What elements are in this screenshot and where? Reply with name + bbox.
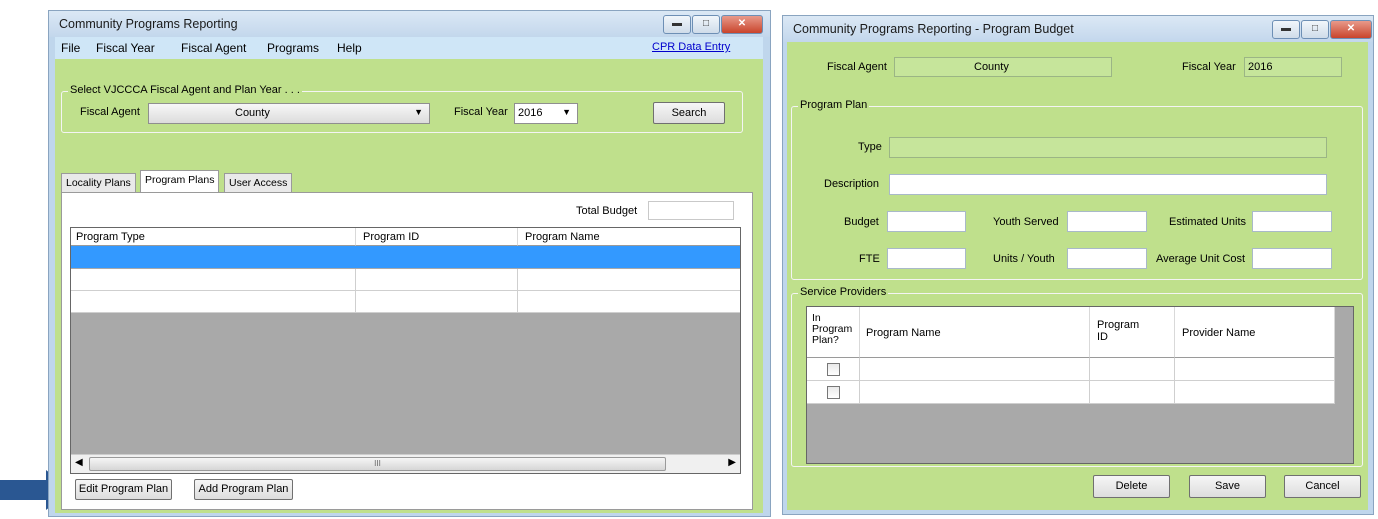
select-agent-group: Select VJCCCA Fiscal Agent and Plan Year… xyxy=(61,84,743,133)
tab-strip: Locality Plans Program Plans User Access xyxy=(61,170,751,193)
service-providers-group: Service Providers In Program Plan? Progr… xyxy=(791,286,1363,467)
scrollbar-thumb[interactable]: III xyxy=(89,457,666,471)
col-header-provider-name[interactable]: Provider Name xyxy=(1175,307,1335,358)
close-button[interactable]: ✕ xyxy=(721,15,763,34)
community-programs-window: Community Programs Reporting ▬ □ ✕ File … xyxy=(48,10,771,517)
table-cell[interactable] xyxy=(807,381,860,404)
col-header-program-id[interactable]: Program ID xyxy=(1090,307,1175,358)
scroll-left-icon[interactable]: ◀ xyxy=(75,457,83,468)
fiscal-year-label: Fiscal Year xyxy=(1182,61,1236,73)
menu-programs[interactable]: Programs xyxy=(267,41,319,55)
edit-program-plan-button[interactable]: Edit Program Plan xyxy=(75,479,172,500)
maximize-button[interactable]: □ xyxy=(692,15,720,34)
right-form-area: Fiscal Agent County Fiscal Year 2016 Pro… xyxy=(787,42,1368,510)
average-unit-cost-field xyxy=(1252,248,1332,269)
tab-content-panel: Total Budget Program Type Program ID Pro… xyxy=(61,192,753,510)
table-cell[interactable] xyxy=(1090,381,1175,404)
col-header-program-name[interactable]: Program Name xyxy=(860,307,1090,358)
table-cell[interactable] xyxy=(518,291,740,313)
right-title-bar[interactable]: Community Programs Reporting - Program B… xyxy=(783,16,1373,42)
total-budget-label: Total Budget xyxy=(576,205,638,217)
col-header-in-program-plan[interactable]: In Program Plan? xyxy=(807,307,860,358)
youth-served-label: Youth Served xyxy=(993,216,1059,228)
table-cell[interactable] xyxy=(518,269,740,291)
minimize-button[interactable]: ▬ xyxy=(663,15,691,34)
youth-served-field[interactable] xyxy=(1067,211,1147,232)
units-youth-field[interactable] xyxy=(1067,248,1147,269)
fiscal-year-dropdown[interactable]: 2016 ▼ xyxy=(514,103,578,124)
program-plan-group: Program Plan Type Description Budget You… xyxy=(791,99,1363,280)
close-button[interactable]: ✕ xyxy=(1330,20,1372,39)
table-cell[interactable] xyxy=(356,291,518,313)
table-cell[interactable] xyxy=(860,358,1090,381)
budget-field[interactable] xyxy=(887,211,966,232)
description-field[interactable] xyxy=(889,174,1327,195)
delete-button[interactable]: Delete xyxy=(1093,475,1170,498)
table-cell[interactable] xyxy=(356,269,518,291)
fiscal-year-field: 2016 xyxy=(1244,57,1342,77)
horizontal-scrollbar[interactable]: ◀ III ▶ xyxy=(71,454,740,473)
cpr-data-entry-link[interactable]: CPR Data Entry xyxy=(652,41,730,53)
menu-file[interactable]: File xyxy=(61,41,80,55)
menu-fiscal-agent[interactable]: Fiscal Agent xyxy=(181,41,246,55)
tab-locality-plans[interactable]: Locality Plans xyxy=(61,173,136,192)
description-label: Description xyxy=(824,178,880,190)
menu-fiscal-year[interactable]: Fiscal Year xyxy=(96,41,155,55)
fiscal-agent-label: Fiscal Agent xyxy=(80,106,140,118)
fiscal-agent-field: County xyxy=(894,57,1112,77)
right-window-title: Community Programs Reporting - Program B… xyxy=(793,22,1074,36)
table-row-selected[interactable] xyxy=(71,246,740,268)
table-cell[interactable] xyxy=(1175,381,1335,404)
table-cell[interactable] xyxy=(1090,358,1175,381)
units-youth-label: Units / Youth xyxy=(993,253,1055,265)
search-button[interactable]: Search xyxy=(653,102,725,124)
in-program-plan-checkbox[interactable] xyxy=(827,363,840,376)
fiscal-agent-value: County xyxy=(235,107,270,119)
left-window-title: Community Programs Reporting xyxy=(59,17,238,31)
save-button[interactable]: Save xyxy=(1189,475,1266,498)
fte-label: FTE xyxy=(859,253,880,265)
estimated-units-field xyxy=(1252,211,1332,232)
estimated-units-label: Estimated Units xyxy=(1169,216,1247,228)
tab-user-access[interactable]: User Access xyxy=(224,173,293,192)
col-header-program-id[interactable]: Program ID xyxy=(356,228,518,246)
fiscal-year-label: Fiscal Year xyxy=(454,106,508,118)
tab-program-plans[interactable]: Program Plans xyxy=(140,170,220,192)
type-label: Type xyxy=(858,141,882,153)
service-providers-grid: In Program Plan? Program Name Program ID… xyxy=(806,306,1354,464)
fiscal-agent-label: Fiscal Agent xyxy=(827,61,887,73)
budget-label: Budget xyxy=(844,216,879,228)
fiscal-year-value: 2016 xyxy=(518,107,543,119)
scrollbar-grip: III xyxy=(374,459,381,468)
in-program-plan-checkbox[interactable] xyxy=(827,386,840,399)
fte-field[interactable] xyxy=(887,248,966,269)
menu-help[interactable]: Help xyxy=(337,41,362,55)
average-unit-cost-label: Average Unit Cost xyxy=(1156,253,1246,265)
table-cell[interactable] xyxy=(71,291,356,313)
scroll-right-icon[interactable]: ▶ xyxy=(728,457,736,468)
minimize-button[interactable]: ▬ xyxy=(1272,20,1300,39)
left-title-bar[interactable]: Community Programs Reporting ▬ □ ✕ xyxy=(49,11,770,37)
chevron-down-icon: ▼ xyxy=(562,107,571,117)
select-agent-group-label: Select VJCCCA Fiscal Agent and Plan Year… xyxy=(68,84,302,96)
type-field xyxy=(889,137,1327,158)
cancel-button[interactable]: Cancel xyxy=(1284,475,1361,498)
fiscal-agent-dropdown[interactable]: County ▼ xyxy=(148,103,430,124)
table-cell[interactable] xyxy=(807,358,860,381)
maximize-button[interactable]: □ xyxy=(1301,20,1329,39)
col-header-program-type[interactable]: Program Type xyxy=(71,228,356,246)
table-cell[interactable] xyxy=(860,381,1090,404)
left-form-area: File Fiscal Year Fiscal Agent Programs H… xyxy=(55,37,763,513)
program-plan-group-label: Program Plan xyxy=(798,99,870,111)
col-header-program-name[interactable]: Program Name xyxy=(518,228,740,246)
add-program-plan-button[interactable]: Add Program Plan xyxy=(194,479,293,500)
menu-bar: File Fiscal Year Fiscal Agent Programs H… xyxy=(55,37,763,59)
chevron-down-icon: ▼ xyxy=(414,107,423,117)
service-providers-group-label: Service Providers xyxy=(798,286,889,298)
program-budget-window: Community Programs Reporting - Program B… xyxy=(782,15,1374,515)
program-plans-grid: Program Type Program ID Program Name ◀ I… xyxy=(70,227,741,474)
table-cell[interactable] xyxy=(71,269,356,291)
total-budget-field[interactable] xyxy=(648,201,734,220)
table-cell[interactable] xyxy=(1175,358,1335,381)
